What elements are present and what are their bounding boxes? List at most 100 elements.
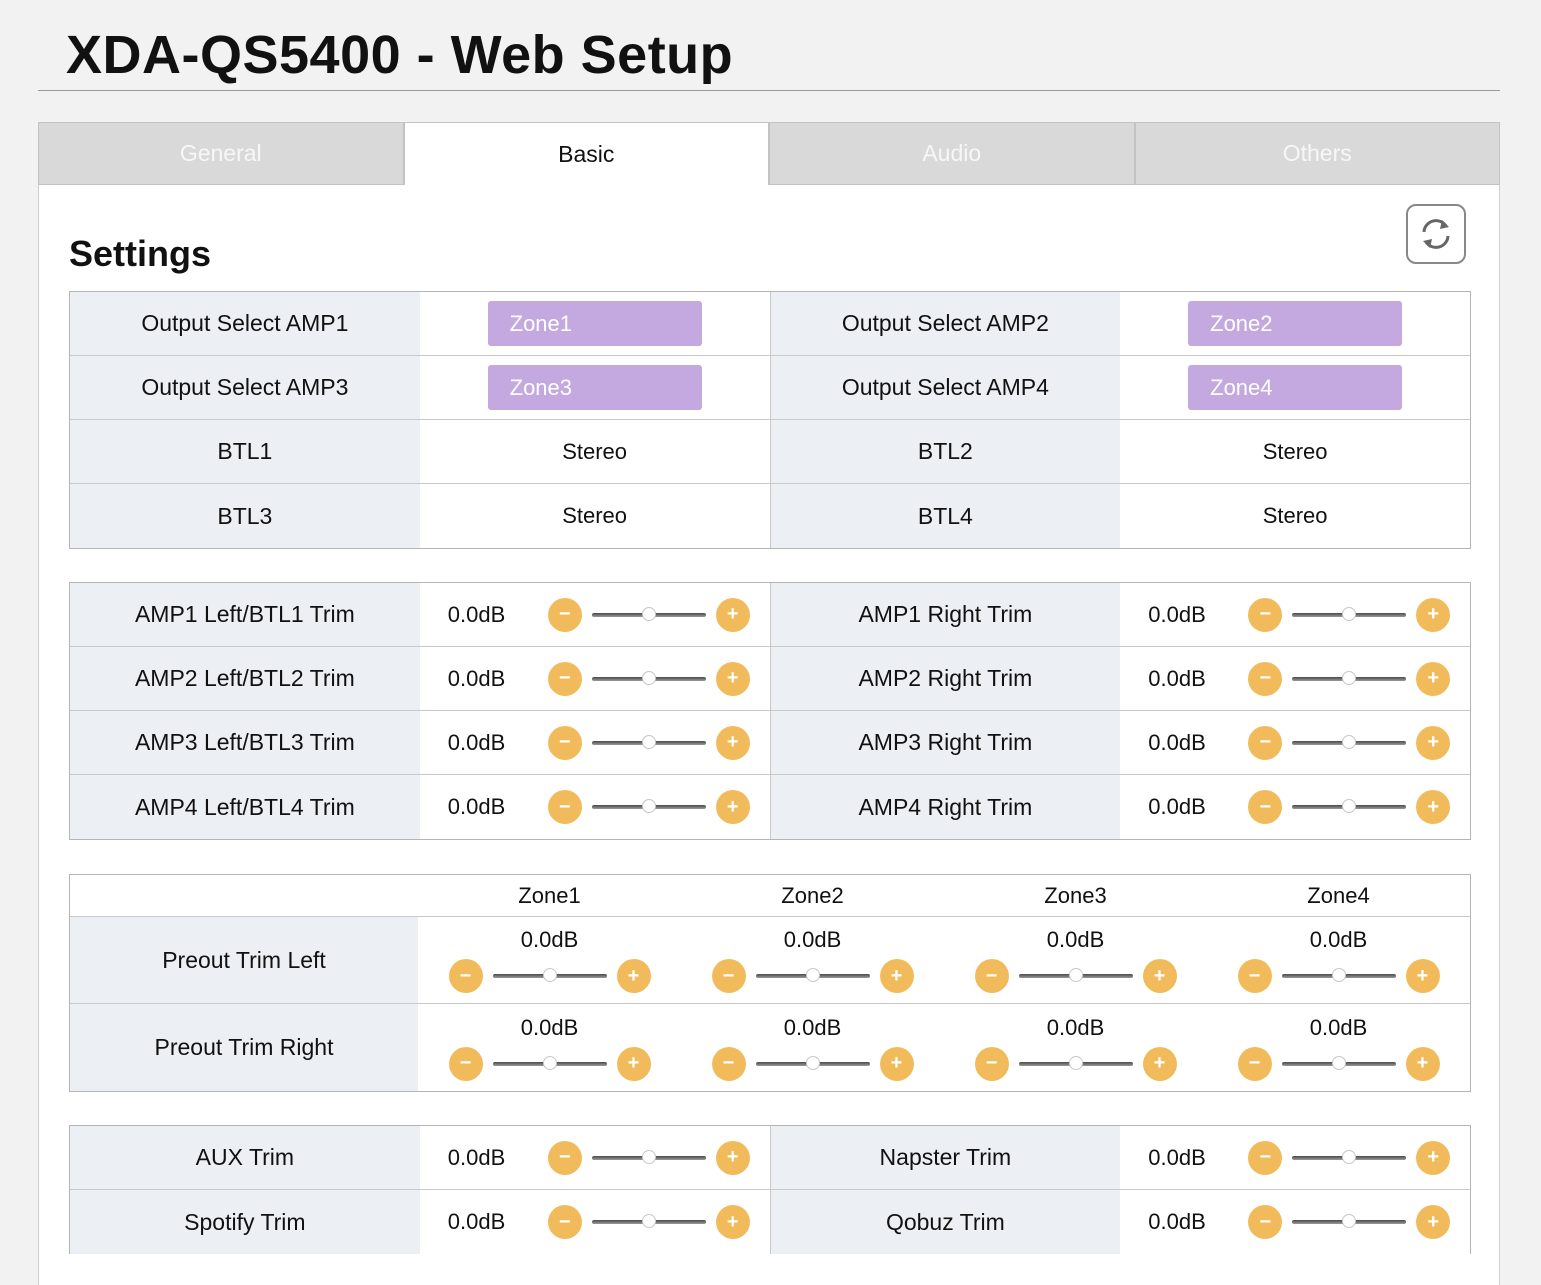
slider-thumb[interactable] [1342, 1149, 1357, 1164]
plus-icon[interactable]: + [616, 1046, 651, 1081]
slider-thumb[interactable] [641, 670, 656, 685]
plus-icon[interactable]: + [1416, 597, 1451, 632]
refresh-icon [1422, 219, 1450, 249]
plus-icon[interactable]: + [1405, 1046, 1440, 1081]
slider-thumb[interactable] [805, 968, 820, 982]
trim-slider[interactable] [591, 606, 706, 624]
tab-general[interactable]: General [38, 122, 404, 185]
zone-header: Zone4 [1307, 882, 1370, 908]
plus-icon[interactable]: + [715, 1140, 750, 1175]
plus-icon[interactable]: + [879, 1046, 914, 1081]
plus-icon[interactable]: + [1416, 1140, 1451, 1175]
plus-icon[interactable]: + [1142, 1046, 1177, 1081]
minus-icon[interactable]: − [711, 959, 746, 993]
slider-thumb[interactable] [805, 1055, 820, 1070]
preout-slider[interactable] [755, 1055, 870, 1073]
trim-slider[interactable] [1292, 1213, 1407, 1231]
output-select-amp3-dropdown[interactable]: Zone3 [487, 365, 702, 410]
slider-thumb[interactable] [1331, 1055, 1346, 1070]
slider-thumb[interactable] [1342, 606, 1357, 621]
output-select-amp4-label: Output Select AMP4 [770, 356, 1121, 419]
plus-icon[interactable]: + [715, 725, 750, 760]
preout-row: Preout Trim Right 0.0dB − + 0.0dB − + 0.… [70, 1004, 1470, 1091]
plus-icon[interactable]: + [715, 790, 750, 824]
btl4-value[interactable]: Stereo [1120, 484, 1470, 548]
minus-icon[interactable]: − [711, 1046, 746, 1081]
minus-icon[interactable]: − [1248, 790, 1283, 824]
minus-icon[interactable]: − [547, 790, 582, 824]
minus-icon[interactable]: − [1248, 1205, 1283, 1239]
plus-icon[interactable]: + [1416, 1205, 1451, 1239]
slider-thumb[interactable] [641, 1214, 656, 1228]
trim-slider[interactable] [1292, 734, 1407, 752]
trim-slider[interactable] [591, 798, 706, 816]
minus-icon[interactable]: − [547, 597, 582, 632]
btl2-value[interactable]: Stereo [1120, 420, 1470, 483]
minus-icon[interactable]: − [1237, 959, 1272, 993]
slider-thumb[interactable] [641, 734, 656, 749]
minus-icon[interactable]: − [1248, 661, 1283, 696]
slider-thumb[interactable] [542, 968, 557, 982]
minus-icon[interactable]: − [974, 959, 1009, 993]
plus-icon[interactable]: + [879, 959, 914, 993]
slider-thumb[interactable] [641, 799, 656, 813]
btl1-value[interactable]: Stereo [420, 420, 771, 483]
minus-icon[interactable]: − [1248, 725, 1283, 760]
minus-icon[interactable]: − [547, 725, 582, 760]
refresh-button[interactable] [1406, 204, 1466, 264]
slider-thumb[interactable] [1342, 1214, 1357, 1228]
preout-slider[interactable] [492, 1055, 607, 1073]
preout-slider[interactable] [755, 967, 870, 985]
minus-icon[interactable]: − [547, 1205, 582, 1239]
minus-icon[interactable]: − [448, 1046, 483, 1081]
preout-cell: 0.0dB − + [944, 1004, 1207, 1091]
minus-icon[interactable]: − [547, 1140, 582, 1175]
minus-icon[interactable]: − [547, 661, 582, 696]
slider-thumb[interactable] [641, 606, 656, 621]
output-select-amp1-dropdown[interactable]: Zone1 [487, 301, 702, 346]
plus-icon[interactable]: + [1416, 790, 1451, 824]
preout-slider[interactable] [492, 967, 607, 985]
slider-thumb[interactable] [1342, 799, 1357, 813]
minus-icon[interactable]: − [1248, 597, 1283, 632]
plus-icon[interactable]: + [715, 597, 750, 632]
slider-thumb[interactable] [641, 1149, 656, 1164]
plus-icon[interactable]: + [616, 959, 651, 993]
minus-icon[interactable]: − [1237, 1046, 1272, 1081]
trim-slider[interactable] [591, 670, 706, 688]
preout-slider[interactable] [1018, 967, 1133, 985]
preout-slider[interactable] [1281, 967, 1396, 985]
trim-slider[interactable] [1292, 606, 1407, 624]
slider-thumb[interactable] [1342, 734, 1357, 749]
btl1-label: BTL1 [70, 420, 420, 483]
slider-thumb[interactable] [1331, 968, 1346, 982]
slider-thumb[interactable] [1068, 1055, 1083, 1070]
trim-slider[interactable] [591, 1149, 706, 1167]
trim-slider[interactable] [591, 1213, 706, 1231]
plus-icon[interactable]: + [715, 1205, 750, 1239]
tab-basic[interactable]: Basic [403, 122, 769, 185]
output-select-amp4-dropdown[interactable]: Zone4 [1188, 365, 1403, 410]
slider-thumb[interactable] [542, 1055, 557, 1070]
trim-slider[interactable] [591, 734, 706, 752]
plus-icon[interactable]: + [1405, 959, 1440, 993]
trim-slider[interactable] [1292, 798, 1407, 816]
plus-icon[interactable]: + [715, 661, 750, 696]
trim-slider[interactable] [1292, 1149, 1407, 1167]
minus-icon[interactable]: − [974, 1046, 1009, 1081]
output-select-amp2-dropdown[interactable]: Zone2 [1188, 301, 1403, 346]
preout-slider[interactable] [1281, 1055, 1396, 1073]
trim-slider[interactable] [1292, 670, 1407, 688]
plus-icon[interactable]: + [1416, 661, 1451, 696]
slider-thumb[interactable] [1342, 670, 1357, 685]
minus-icon[interactable]: − [448, 959, 483, 993]
tab-others[interactable]: Others [1134, 122, 1500, 185]
plus-icon[interactable]: + [1142, 959, 1177, 993]
plus-icon[interactable]: + [1416, 725, 1451, 760]
slider-thumb[interactable] [1068, 968, 1083, 982]
preout-slider[interactable] [1018, 1055, 1133, 1073]
tab-audio[interactable]: Audio [769, 122, 1135, 185]
minus-icon[interactable]: − [1248, 1140, 1283, 1175]
btl3-label: BTL3 [70, 484, 420, 548]
btl3-value[interactable]: Stereo [420, 484, 771, 548]
